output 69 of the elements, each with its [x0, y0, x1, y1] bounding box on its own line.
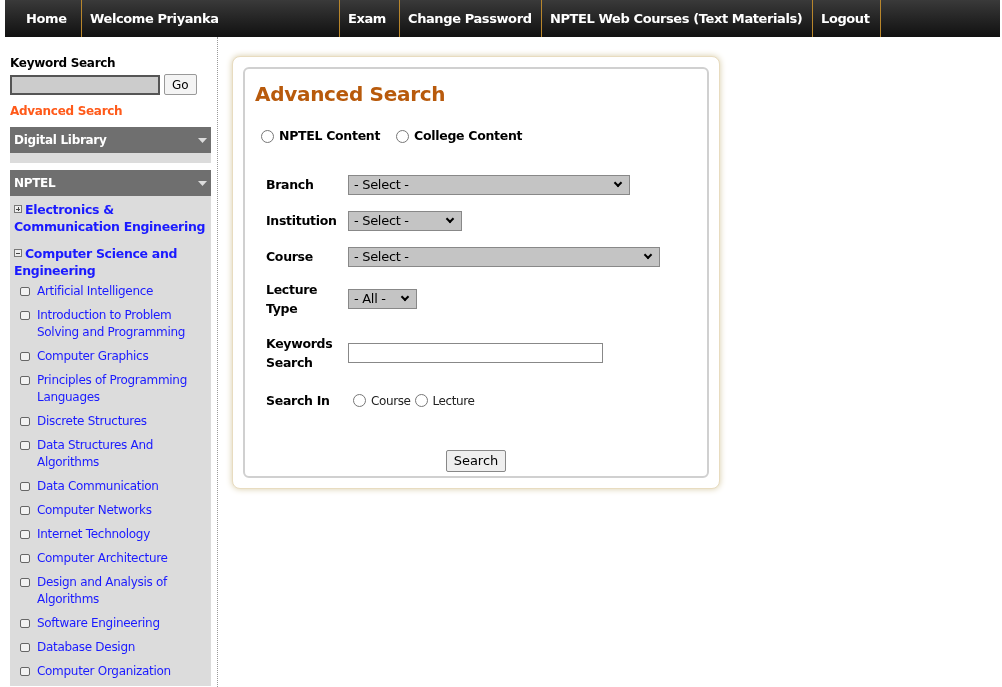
caret-icon [198, 180, 207, 186]
field-label: Institution [266, 212, 338, 231]
course-link[interactable]: Discrete Structures [37, 413, 147, 430]
radio-label: Lecture [432, 392, 475, 410]
keywords-input[interactable] [348, 342, 603, 363]
course-link[interactable]: Software Engineering [37, 615, 160, 632]
square-icon [20, 287, 30, 296]
square-icon [20, 578, 30, 587]
nav-link[interactable]: Welcome Priyanka [82, 0, 340, 37]
panel-header[interactable]: Digital Library [10, 127, 211, 153]
radio-label: Course [371, 392, 411, 410]
course-link[interactable]: Introduction to Problem Solving and Programming [37, 307, 207, 341]
course-link[interactable]: Computer Graphics [37, 348, 149, 365]
course-link[interactable]: Principles of Programming Languages [37, 372, 207, 406]
nav-link[interactable]: Home [18, 0, 82, 37]
field-label: Branch [266, 176, 315, 195]
square-icon [20, 619, 30, 628]
course-link[interactable]: Data Communication [37, 478, 159, 495]
square-icon [20, 667, 30, 676]
square-icon [20, 643, 30, 652]
radio-button[interactable] [261, 129, 274, 143]
caret-icon [198, 137, 207, 143]
page-title: Advanced Search [255, 81, 447, 108]
square-icon [20, 417, 30, 426]
square-icon [20, 311, 30, 320]
select-field[interactable]: - Select - [348, 174, 630, 195]
advanced-search-link[interactable]: Advanced Search [10, 102, 211, 120]
panel-title: Digital Library [14, 132, 107, 149]
course-link[interactable]: Artificial Intelligence [37, 283, 154, 300]
select-field[interactable]: - Select - [348, 210, 462, 231]
nav-link[interactable]: NPTEL Web Courses (Text Materials) [542, 0, 813, 37]
radio-label: College Content [414, 127, 523, 145]
square-icon [20, 506, 30, 515]
course-link[interactable]: Computer Organization [37, 663, 171, 680]
keyword-search-title: Keyword Search [10, 55, 117, 72]
nav-link[interactable]: Logout [813, 0, 881, 37]
course-link[interactable]: Data Structures And Algorithms [37, 437, 207, 471]
radio-button[interactable] [353, 394, 366, 408]
square-icon [20, 530, 30, 539]
radio-label: NPTEL Content [279, 127, 381, 145]
radio-button[interactable] [396, 129, 410, 143]
square-icon [20, 482, 30, 491]
field-label: Course [266, 248, 314, 267]
field-label: Search In [266, 392, 331, 411]
course-link[interactable]: Internet Technology [37, 526, 150, 543]
radio-button[interactable] [414, 394, 428, 408]
category-link[interactable]: Computer Science and Engineering [14, 245, 207, 279]
course-link[interactable]: Design and Analysis of Algorithms [37, 574, 207, 608]
panel-title: NPTEL [14, 175, 56, 192]
select-field[interactable]: - All - [348, 288, 417, 309]
course-link[interactable]: Computer Architecture [37, 550, 168, 567]
nav-link[interactable]: Exam [340, 0, 400, 37]
square-icon [20, 554, 30, 563]
go-button[interactable]: Go [164, 74, 197, 95]
square-icon [20, 441, 30, 450]
search-button[interactable]: Search [445, 449, 507, 472]
collapse-icon[interactable] [14, 249, 22, 257]
square-icon [20, 376, 30, 385]
expand-icon[interactable] [14, 205, 22, 213]
category-link[interactable]: Electronics & Communication Engineering [14, 201, 207, 235]
field-label: Keywords Search [266, 334, 334, 372]
panel-header[interactable]: NPTEL [10, 170, 211, 196]
nav-link[interactable]: Change Password [400, 0, 542, 37]
square-icon [20, 352, 30, 361]
keyword-input[interactable] [10, 74, 160, 95]
field-label: Lecture Type [266, 280, 319, 318]
course-link[interactable]: Database Design [37, 639, 135, 656]
select-field[interactable]: - Select - [348, 246, 660, 267]
course-link[interactable]: Computer Networks [37, 502, 152, 519]
